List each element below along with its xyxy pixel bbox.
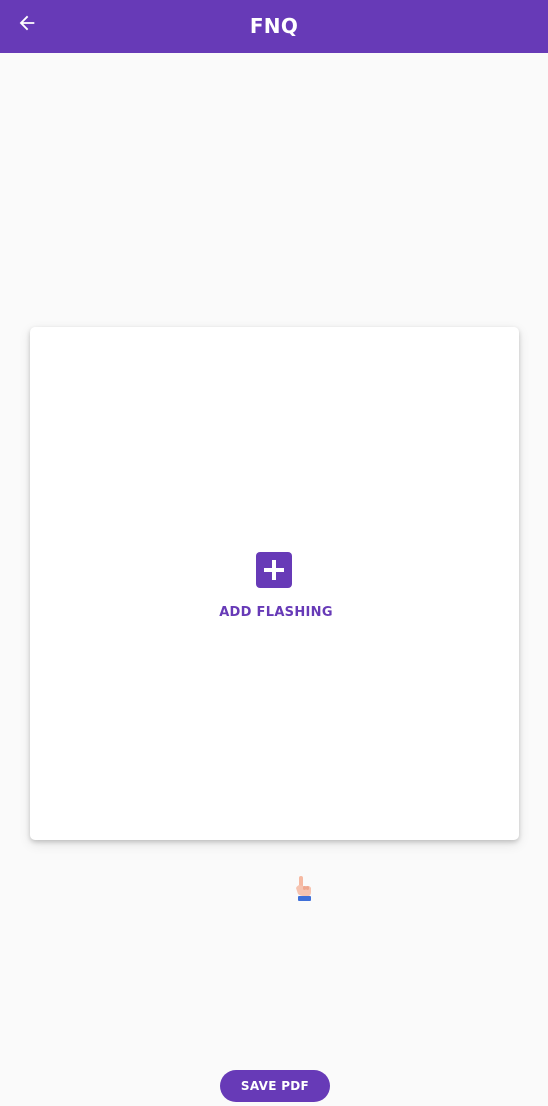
save-pdf-button[interactable]: SAVE PDF [220,1070,330,1102]
add-flashing-button[interactable]: ADD FLASHING [219,550,333,622]
tap-hand-icon [292,873,314,903]
app-bar: FNQ [0,0,548,53]
plus-square-icon [256,552,292,588]
page-title: FNQ [249,14,299,38]
add-flashing-label: ADD FLASHING [219,605,333,620]
flashing-card: ADD FLASHING [30,327,519,840]
